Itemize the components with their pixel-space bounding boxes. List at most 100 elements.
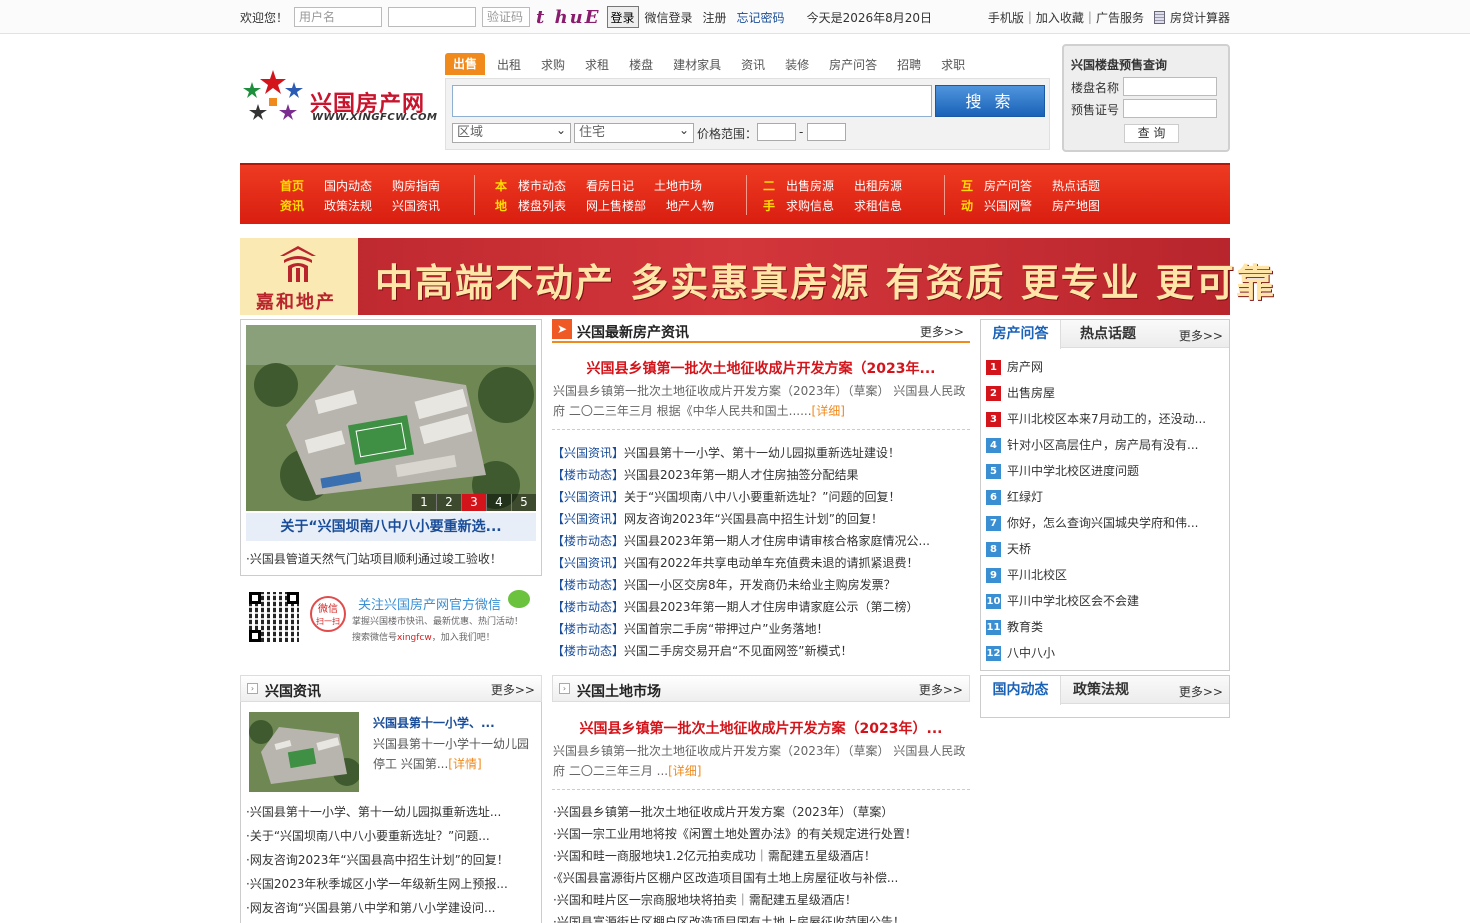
register-link[interactable]: 注册 <box>703 9 727 26</box>
qa-item[interactable]: 7 你好，怎么查询兴国城央学府和伟... <box>986 514 1198 531</box>
qa-item[interactable]: 3 平川北校区本来7月动工的，还没动... <box>986 410 1206 427</box>
latest-news-item[interactable]: 【楼市动态】兴国一小区交房8年，开发商仍未给业主购房发票？ <box>552 576 896 593</box>
nav-diary[interactable]: 看房日记 <box>586 177 634 194</box>
domestic-more-link[interactable]: 更多>> <box>1179 683 1223 700</box>
xg-news-more-link[interactable]: 更多>> <box>491 681 535 698</box>
tab-rent[interactable]: 出租 <box>497 56 521 73</box>
nav-rent-listings[interactable]: 出租房源 <box>854 177 902 194</box>
slider-page[interactable]: 4 <box>486 494 511 511</box>
nav-online-sales[interactable]: 网上售楼部 <box>586 197 646 214</box>
presale-query-button[interactable]: 查 询 <box>1124 124 1179 143</box>
land-news-item[interactable]: ·兴国县富源街片区棚户区改造项目国有土地上房屋征收范围公告！ <box>553 913 905 923</box>
slider-caption[interactable]: 关于“兴国坝南八中八小要重新选... <box>246 513 536 541</box>
latest-news-item[interactable]: 【兴国资讯】兴国县第十一小学、第十一幼儿园拟重新选址建设！ <box>552 444 900 461</box>
captcha-input[interactable]: 验证码 <box>482 7 531 27</box>
nav-qa[interactable]: 房产问答 <box>984 177 1032 194</box>
nav-police[interactable]: 兴国网警 <box>984 197 1032 214</box>
search-button[interactable]: 搜 索 <box>935 85 1045 117</box>
xg-news-item[interactable]: ·网友咨询2023年“兴国县高中招生计划”的回复！ <box>246 851 509 868</box>
latest-more-link[interactable]: 更多>> <box>920 323 964 340</box>
tab-materials[interactable]: 建材家具 <box>673 56 721 73</box>
house-type-select[interactable]: 住宅 <box>574 121 694 143</box>
qa-item[interactable]: 2 出售房屋 <box>986 384 1055 401</box>
qa-item[interactable]: 8 天桥 <box>986 540 1031 557</box>
nav-guide[interactable]: 购房指南 <box>392 177 440 194</box>
qa-item[interactable]: 6 红绿灯 <box>986 488 1043 505</box>
qa-item[interactable]: 9 平川北校区 <box>986 566 1067 583</box>
latest-news-item[interactable]: 【楼市动态】兴国二手房交易开启“不见面网签”新模式！ <box>552 642 852 659</box>
tab-hot-topics[interactable]: 热点话题 <box>1061 320 1155 348</box>
nav-buy-info[interactable]: 求购信息 <box>786 197 834 214</box>
estate-name-input[interactable] <box>1123 77 1217 96</box>
tab-jobs[interactable]: 求职 <box>941 56 965 73</box>
latest-news-item[interactable]: 【楼市动态】兴国县2023年第一期人才住房抽签分配结果 <box>552 466 859 483</box>
latest-news-item[interactable]: 【兴国资讯】兴国有2022年共享电动单车充值费未退的请抓紧退费！ <box>552 554 919 571</box>
tab-estate[interactable]: 楼盘 <box>629 56 653 73</box>
price-min-input[interactable] <box>757 123 796 141</box>
tab-sell[interactable]: 出售 <box>445 53 486 75</box>
xg-news-thumbnail[interactable] <box>249 712 359 792</box>
nav-news[interactable]: 资讯 <box>280 197 304 214</box>
latest-detail-link[interactable]: [详细] <box>812 404 845 418</box>
land-news-item[interactable]: ·兴国一宗工业用地将按《闲置土地处置办法》的有关规定进行处置！ <box>553 825 917 842</box>
mobile-link[interactable]: 手机版 <box>988 9 1024 26</box>
slider-page[interactable]: 5 <box>511 494 536 511</box>
slider-page[interactable]: 2 <box>436 494 461 511</box>
qa-more-link[interactable]: 更多>> <box>1179 327 1223 344</box>
latest-headline[interactable]: 兴国县乡镇第一批次土地征收成片开发方案（2023年... <box>552 358 970 378</box>
ads-link[interactable]: 广告服务 <box>1096 9 1144 26</box>
latest-news-item[interactable]: 【楼市动态】兴国首宗二手房“带押过户”业务落地！ <box>552 620 828 637</box>
nav-land[interactable]: 土地市场 <box>654 177 702 194</box>
nav-list[interactable]: 楼盘列表 <box>518 197 566 214</box>
username-input[interactable]: 用户名 <box>294 7 383 27</box>
qa-item[interactable]: 5 平川中学北校区进度问题 <box>986 462 1139 479</box>
qa-item[interactable]: 11 教育类 <box>986 618 1043 635</box>
tab-news[interactable]: 资讯 <box>741 56 765 73</box>
land-news-item[interactable]: ·兴国县乡镇第一批次土地征收成片开发方案（2023年）（草案） <box>553 803 893 820</box>
ad-banner[interactable]: 嘉和地产 中高端不动产 多实惠真房源 有资质 更专业 更可靠 <box>240 238 1274 315</box>
captcha-image[interactable]: t huE <box>536 7 600 28</box>
nav-people[interactable]: 地产人物 <box>666 197 714 214</box>
land-headline[interactable]: 兴国县乡镇第一批次土地征收成片开发方案（2023年）... <box>552 718 970 738</box>
land-more-link[interactable]: 更多>> <box>919 681 963 698</box>
land-news-item[interactable]: ·《兴国县富源街片区棚户区改造项目国有土地上房屋征收与补偿... <box>553 869 898 886</box>
slider-news-link[interactable]: ·兴国县管道天然气门站项目顺利通过竣工验收！ <box>246 550 502 567</box>
calculator-link[interactable]: 房贷计算器 <box>1170 9 1230 26</box>
nav-home[interactable]: 首页 <box>280 177 304 194</box>
search-input[interactable] <box>452 85 932 117</box>
nav-xg-news[interactable]: 兴国资讯 <box>392 197 440 214</box>
latest-news-item[interactable]: 【兴国资讯】网友咨询2023年“兴国县高中招生计划”的回复！ <box>552 510 883 527</box>
tab-recruit[interactable]: 招聘 <box>897 56 921 73</box>
xg-news-item[interactable]: ·兴国县第十一小学、第十一幼儿园拟重新选址... <box>246 803 501 820</box>
wechat-login-link[interactable]: 微信登录 <box>645 9 693 26</box>
tab-buy[interactable]: 求购 <box>541 56 565 73</box>
qa-item[interactable]: 1 房产网 <box>986 358 1043 375</box>
nav-policy[interactable]: 政策法规 <box>324 197 372 214</box>
tab-want-rent[interactable]: 求租 <box>585 56 609 73</box>
slider-page[interactable]: 1 <box>411 494 436 511</box>
nav-sell-listings[interactable]: 出售房源 <box>786 177 834 194</box>
qa-item[interactable]: 12 八中八小 <box>986 644 1055 661</box>
qa-item[interactable]: 4 针对小区高层住户，房产局有没有... <box>986 436 1198 453</box>
land-news-item[interactable]: ·兴国和畦一商服地块1.2亿元拍卖成功｜需配建五星级酒店！ <box>553 847 876 864</box>
site-logo[interactable]: 兴国房产网 WWW.XINGFCW.COM <box>240 68 440 128</box>
xg-news-item[interactable]: ·兴国2023年秋季城区小学一年级新生网上预报... <box>246 875 508 892</box>
nav-domestic[interactable]: 国内动态 <box>324 177 372 194</box>
xg-news-item[interactable]: ·网友咨询“兴国县第八中学和第八小学建设问... <box>246 899 495 916</box>
price-max-input[interactable] <box>807 123 846 141</box>
login-button[interactable]: 登录 <box>606 6 639 28</box>
tab-policy[interactable]: 政策法规 <box>1061 676 1141 704</box>
tab-qa[interactable]: 房产问答 <box>829 56 877 73</box>
qa-item[interactable]: 10 平川中学北校区会不会建 <box>986 592 1139 609</box>
nav-rent-info[interactable]: 求租信息 <box>854 197 902 214</box>
xg-news-item[interactable]: ·关于“兴国坝南八中八小要重新选址？”问题... <box>246 827 490 844</box>
password-input[interactable] <box>388 7 477 27</box>
nav-market[interactable]: 楼市动态 <box>518 177 566 194</box>
nav-map[interactable]: 房产地图 <box>1052 197 1100 214</box>
latest-news-item[interactable]: 【楼市动态】兴国县2023年第一期人才住房申请家庭公示（第二榜） <box>552 598 919 615</box>
cert-input[interactable] <box>1123 99 1217 118</box>
slider-image[interactable] <box>246 325 536 511</box>
nav-hot[interactable]: 热点话题 <box>1052 177 1100 194</box>
land-detail-link[interactable]: [详细] <box>668 764 701 778</box>
region-select[interactable]: 区域 <box>452 121 571 143</box>
